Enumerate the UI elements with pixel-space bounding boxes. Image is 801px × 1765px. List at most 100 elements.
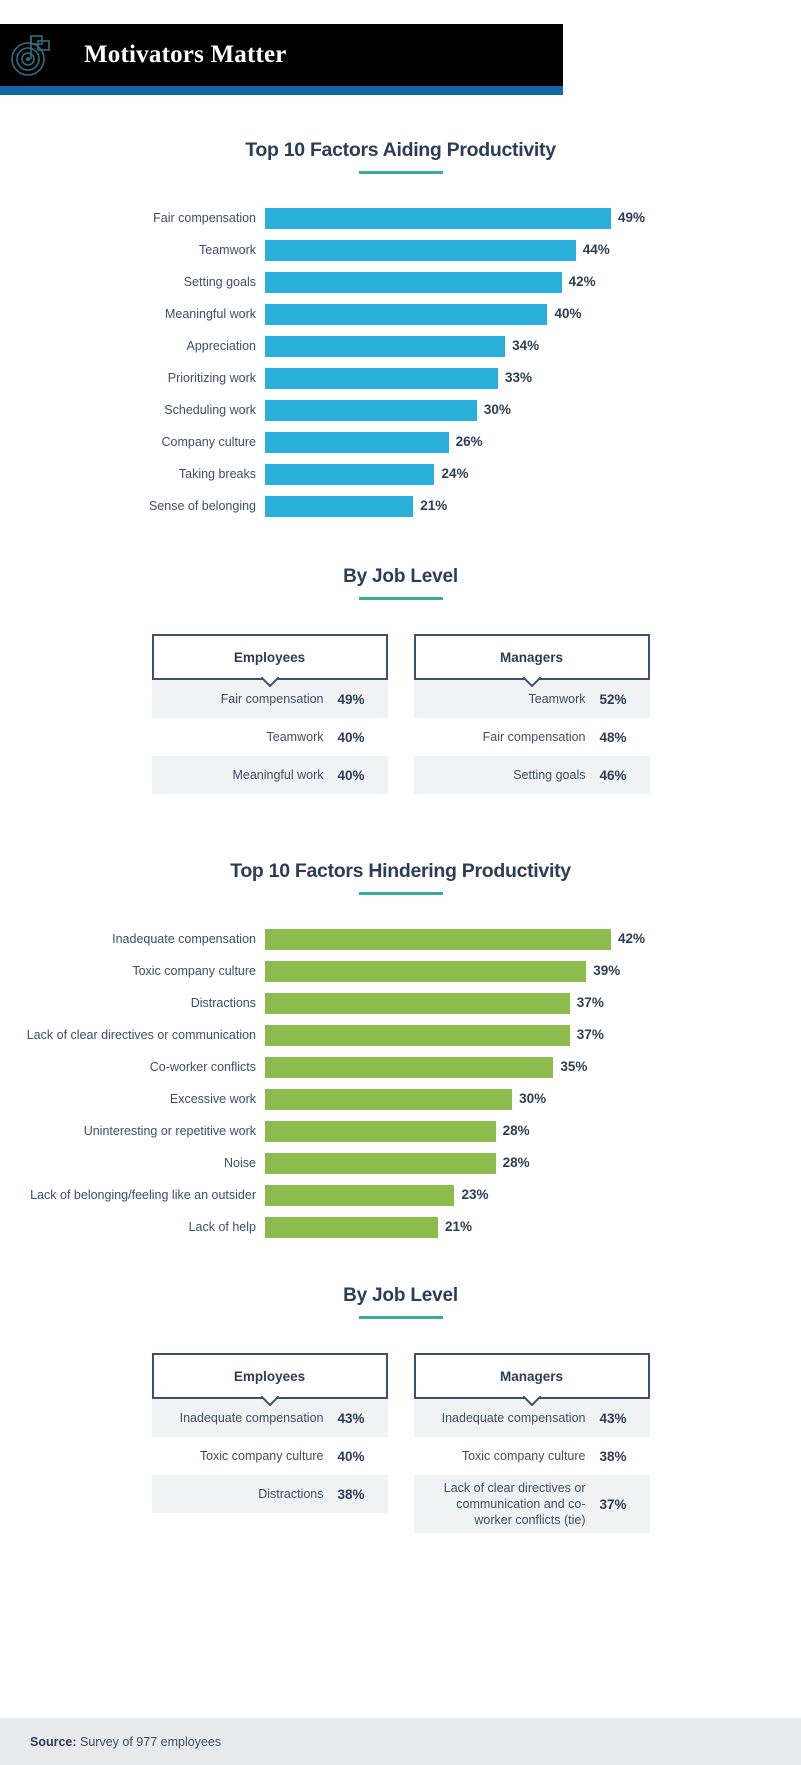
bar-track (265, 271, 562, 293)
source-label: Source: (30, 1734, 77, 1749)
bar-track (265, 1024, 570, 1046)
bar-fill (265, 399, 477, 421)
bar-category-label: Lack of help (188, 1219, 256, 1234)
page-title-aiding: Top 10 Factors Aiding Productivity (245, 139, 556, 161)
table-header-label: Employees (233, 649, 306, 665)
title-underline (358, 597, 443, 600)
bar-value-label: 23% (461, 1187, 489, 1203)
joblevel-hindering-title-block: By Job Level (0, 1285, 801, 1319)
table-row-value: 48% (599, 729, 627, 745)
bar-category-label: Setting goals (183, 274, 256, 289)
bar-track (265, 1088, 513, 1110)
bar-fill (265, 928, 611, 950)
bar-category-label: Co-worker conflicts (149, 1059, 256, 1074)
table-row: Toxic company culture 38% (413, 1437, 650, 1475)
table-row-value: 46% (599, 767, 627, 783)
bar-fill (265, 1088, 513, 1110)
infographic-page: Motivators Matter Top 10 Factors Aiding … (0, 0, 801, 1765)
table-row-value: 38% (599, 1448, 627, 1464)
header-title: Motivators Matter (84, 41, 287, 68)
bar-row: Prioritizing work 33% (0, 362, 801, 394)
joblevel-hindering-employees: Employees Inadequate compensation 43% Toxi… (151, 1353, 388, 1533)
bar-fill (265, 1152, 496, 1174)
bar-fill (265, 1056, 554, 1078)
bar-fill (265, 335, 506, 357)
bar-track (265, 1184, 455, 1206)
table-header-label: Managers (499, 1368, 564, 1384)
bar-track (265, 335, 506, 357)
bar-fill (265, 495, 414, 517)
source-note: Source: Survey of 977 employees (0, 1735, 221, 1749)
bar-category-label: Lack of belonging/feeling like an outsid… (30, 1187, 256, 1202)
table-row: Meaningful work 40% (151, 756, 388, 794)
table-row: Fair compensation 48% (413, 718, 650, 756)
bar-fill (265, 463, 435, 485)
bar-track (265, 207, 611, 229)
bar-track (265, 992, 570, 1014)
hindering-title-block: Top 10 Factors Hindering Productivity (0, 860, 801, 895)
table-row-label: Teamwork (266, 730, 324, 744)
table-header-managers: Managers (413, 634, 650, 687)
bar-value-label: 30% (519, 1091, 547, 1107)
bar-value-label: 42% (618, 931, 646, 947)
bar-value-label: 37% (576, 995, 604, 1011)
bar-fill (265, 207, 611, 229)
bar-track (265, 1216, 438, 1238)
chart-aiding-productivity: Fair compensation 49% Teamwork 44% Setting g… (0, 202, 801, 522)
bar-fill (265, 431, 449, 453)
joblevel-aiding-managers: Managers Teamwork 52% Fair compensation 48%… (413, 634, 650, 794)
bar-row: Toxic company culture 39% (0, 955, 801, 987)
table-row-value: 40% (337, 729, 365, 745)
table-row-value: 38% (337, 1486, 365, 1502)
bar-row: Scheduling work 30% (0, 394, 801, 426)
table-row-label: Toxic company culture (199, 1449, 324, 1463)
table-header-employees: Employees (151, 634, 388, 687)
bar-track (265, 1120, 496, 1142)
bar-row: Fair compensation 49% (0, 202, 801, 234)
table-row: Toxic company culture 40% (151, 1437, 388, 1475)
table-row-label: Lack of clear directives or communicatio… (443, 1481, 586, 1527)
bar-value-label: 34% (512, 338, 540, 354)
chevron-down-icon (522, 1396, 541, 1406)
joblevel-aiding-employees: Employees Fair compensation 49% Teamwork 40… (151, 634, 388, 794)
table-row-value: 37% (599, 1496, 627, 1512)
table-row-label: Teamwork (528, 692, 586, 706)
bar-track (265, 928, 611, 950)
aiding-title-block: Top 10 Factors Aiding Productivity (0, 139, 801, 174)
bar-track (265, 399, 477, 421)
bar-track (265, 239, 576, 261)
table-row-label: Fair compensation (482, 730, 586, 744)
table-row: Teamwork 40% (151, 718, 388, 756)
bar-value-label: 42% (568, 274, 596, 290)
bar-fill (265, 1120, 496, 1142)
table-row: Distractions 38% (151, 1475, 388, 1513)
table-body: Inadequate compensation 43% Toxic company … (151, 1399, 388, 1513)
table-row-value: 52% (599, 691, 627, 707)
bar-category-label: Toxic company culture (132, 963, 256, 978)
bar-fill (265, 960, 587, 982)
target-flag-icon (0, 24, 62, 86)
bar-value-label: 24% (441, 466, 469, 482)
bar-row: Taking breaks 24% (0, 458, 801, 490)
bar-value-label: 26% (455, 434, 483, 450)
bar-row: Distractions 37% (0, 987, 801, 1019)
table-body: Inadequate compensation 43% Toxic company … (413, 1399, 650, 1533)
table-header-label: Employees (233, 1368, 306, 1384)
bar-category-label: Appreciation (186, 338, 257, 353)
table-row-label: Setting goals (513, 768, 586, 782)
bar-category-label: Taking breaks (178, 466, 256, 481)
header: Motivators Matter (0, 0, 801, 95)
bar-fill (265, 1184, 455, 1206)
bar-row: Teamwork 44% (0, 234, 801, 266)
bar-value-label: 39% (593, 963, 621, 979)
bar-value-label: 44% (582, 242, 610, 258)
title-underline (358, 1316, 443, 1319)
table-row-value: 40% (337, 767, 365, 783)
bar-track (265, 1056, 554, 1078)
table-row-value: 40% (337, 1448, 365, 1464)
bar-value-label: 28% (502, 1155, 530, 1171)
table-row-value: 43% (337, 1410, 365, 1426)
table-row-label: Inadequate compensation (441, 1411, 586, 1425)
bar-fill (265, 303, 548, 325)
table-header-label: Managers (499, 649, 564, 665)
